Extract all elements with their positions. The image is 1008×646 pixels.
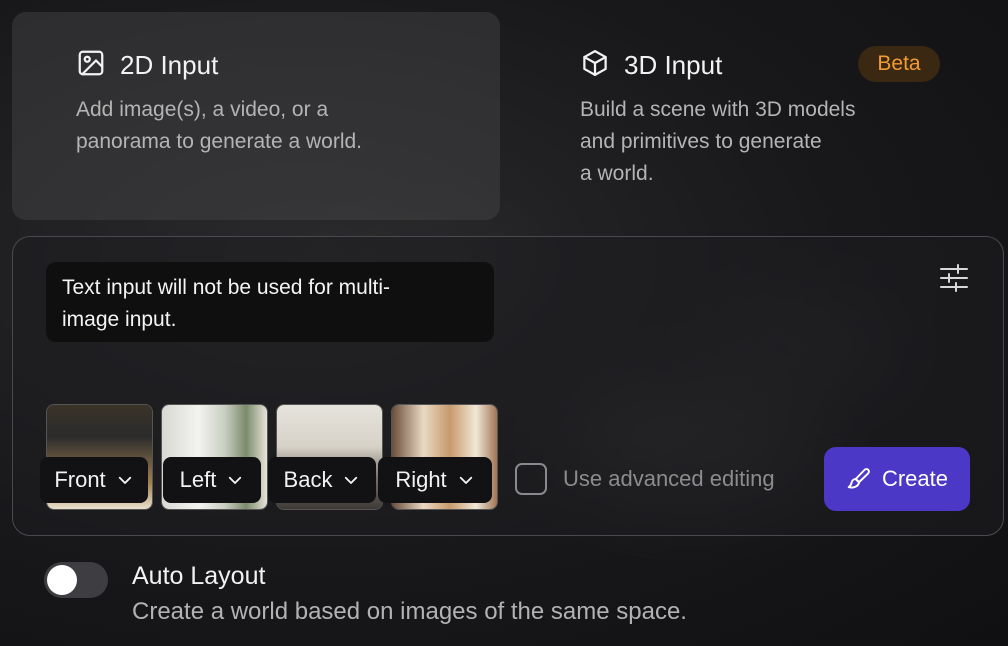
direction-select-left[interactable]: Left: [163, 457, 261, 503]
chevron-down-icon: [118, 476, 131, 484]
advanced-editing-checkbox[interactable]: [515, 463, 547, 495]
chevron-down-icon: [229, 476, 242, 484]
settings-button[interactable]: [938, 262, 970, 294]
mode-title-3d: 3D Input: [624, 50, 723, 80]
direction-label: Back: [283, 467, 333, 492]
auto-layout-toggle[interactable]: [44, 562, 108, 598]
direction-label: Right: [395, 467, 447, 492]
direction-select-front[interactable]: Front: [40, 457, 148, 503]
image-icon: [78, 50, 104, 76]
create-label: Create: [881, 466, 949, 491]
beta-badge: Beta: [858, 46, 940, 82]
toggle-knob: [47, 565, 77, 595]
chevron-down-icon: [459, 476, 472, 484]
direction-select-back[interactable]: Back: [268, 457, 376, 503]
mode-title-2d: 2D Input: [120, 50, 219, 80]
cube-icon: [583, 50, 607, 76]
auto-layout-description: Create a world based on images of the sa…: [132, 598, 687, 625]
direction-label: Front: [54, 467, 106, 492]
direction-select-right[interactable]: Right: [378, 457, 492, 503]
create-button[interactable]: Create: [824, 447, 970, 511]
sliders-icon: [940, 264, 968, 292]
mode-card-2d-input[interactable]: 2D Input Add image(s), a video, or a pan…: [12, 12, 500, 220]
brush-icon: [847, 468, 870, 489]
chevron-down-icon: [345, 476, 358, 484]
multi-image-tooltip: Text input will not be used for multi- i…: [46, 262, 494, 342]
direction-label: Left: [179, 467, 217, 492]
advanced-editing-label[interactable]: Use advanced editing: [563, 466, 775, 492]
mode-description-3d: Build a scene with 3D models and primiti…: [580, 98, 856, 185]
auto-layout-title: Auto Layout: [132, 562, 266, 590]
mode-card-3d-input[interactable]: 3D Input Beta Build a scene with 3D mode…: [516, 12, 996, 220]
mode-description-2d: Add image(s), a video, or a panorama to …: [76, 98, 363, 153]
